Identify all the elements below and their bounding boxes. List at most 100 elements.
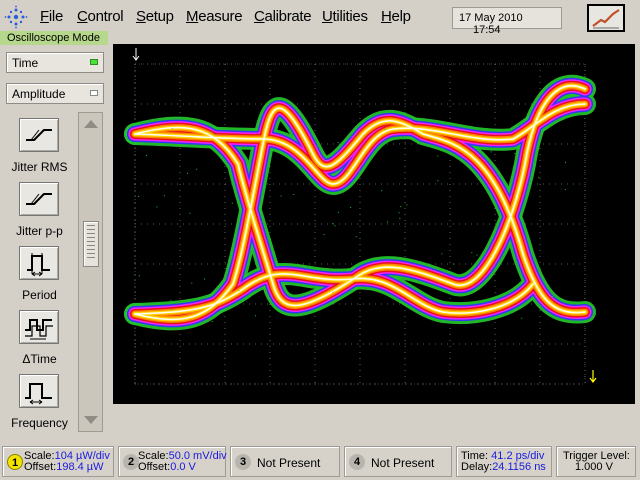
noise-dot xyxy=(293,194,295,196)
scroll-thumb[interactable] xyxy=(83,221,99,267)
measurement-label: Period xyxy=(22,288,57,302)
noise-dot xyxy=(469,150,471,152)
period-button[interactable]: Period xyxy=(6,246,73,310)
measurement-scrollbar[interactable] xyxy=(78,112,103,432)
noise-dot xyxy=(453,263,455,265)
noise-dot xyxy=(323,234,325,236)
scroll-down-arrow-icon[interactable] xyxy=(81,411,101,429)
amplitude-dropdown[interactable]: Amplitude xyxy=(6,83,104,104)
noise-dot xyxy=(175,322,177,324)
menu-control[interactable]: Control xyxy=(77,8,124,25)
noise-dot xyxy=(514,153,516,155)
noise-dot xyxy=(399,217,401,219)
noise-dot xyxy=(211,321,213,323)
menu-help[interactable]: Help xyxy=(381,8,411,25)
jitter-rms-icon xyxy=(19,118,59,152)
noise-dot xyxy=(171,128,173,130)
channel-2-offset: Offset:0.0 V xyxy=(138,461,196,473)
channel-4-badge: 4 xyxy=(349,454,365,470)
noise-dot xyxy=(186,172,188,174)
noise-dot xyxy=(471,252,473,254)
noise-dot xyxy=(334,225,336,227)
noise-dot xyxy=(256,277,258,279)
noise-dot xyxy=(163,195,165,197)
noise-dot xyxy=(437,180,439,182)
noise-dot xyxy=(350,206,352,208)
noise-dot xyxy=(538,176,540,178)
instrument-app-button[interactable] xyxy=(587,4,625,32)
menu-measure[interactable]: Measure xyxy=(186,8,243,25)
time-indicator-led xyxy=(90,59,98,65)
measurement-label: Jitter p-p xyxy=(16,224,63,238)
noise-dot xyxy=(384,128,386,130)
noise-dot xyxy=(437,155,439,157)
noise-dot xyxy=(170,309,172,311)
menu-calibrate[interactable]: Calibrate xyxy=(254,8,312,25)
channel-2-badge: 2 xyxy=(123,454,139,470)
trigger-level-marker-icon xyxy=(589,370,597,383)
noise-dot xyxy=(406,204,408,206)
noise-dot xyxy=(564,188,566,190)
trigger-level-value: 1.000 V xyxy=(575,461,613,473)
noise-dot xyxy=(332,291,334,293)
menu-bar: File Control Setup Measure Calibrate Uti… xyxy=(0,0,640,36)
date-time-display: 17 May 201017:54 xyxy=(452,7,562,36)
timebase-panel[interactable]: Time: 41.2 ps/div Delay:24.1156 ns xyxy=(456,446,552,477)
oscilloscope-display[interactable] xyxy=(113,44,635,404)
noise-dot xyxy=(189,212,191,214)
channel-4-status: Not Present xyxy=(371,456,435,470)
noise-dot xyxy=(359,171,361,173)
frequency-icon xyxy=(19,374,59,408)
status-bar: 1 Scale:104 µW/div Offset:198.4 µW 2 Sca… xyxy=(0,444,640,480)
channel-2-panel[interactable]: 2 Scale:50.0 mV/div Offset:0.0 V xyxy=(118,446,227,477)
menu-setup[interactable]: Setup xyxy=(136,8,174,25)
noise-dot xyxy=(432,297,434,299)
noise-dot xyxy=(145,154,147,156)
noise-dot xyxy=(255,315,257,317)
signal-trend-icon xyxy=(589,6,623,30)
noise-dot xyxy=(335,170,337,172)
noise-dot xyxy=(210,131,212,133)
noise-dot xyxy=(316,145,318,147)
delta-time-button[interactable]: ΔTime xyxy=(6,310,73,374)
measurement-button-list: Jitter RMS Jitter p-p Period ΔTime Frequ… xyxy=(6,113,73,433)
frequency-button[interactable]: Frequency xyxy=(6,374,73,438)
amplitude-dropdown-label: Amplitude xyxy=(12,87,66,101)
noise-dot xyxy=(231,202,233,204)
noise-dot xyxy=(357,134,359,136)
amplitude-indicator-led xyxy=(90,90,98,96)
noise-dot xyxy=(238,183,240,185)
noise-dot xyxy=(552,296,554,298)
eye-diagram-plot xyxy=(124,48,597,385)
scroll-up-arrow-icon[interactable] xyxy=(81,115,101,133)
noise-dot xyxy=(138,195,140,197)
channel-4-panel[interactable]: 4 Not Present xyxy=(344,446,452,477)
noise-dot xyxy=(400,206,402,208)
menu-file[interactable]: File xyxy=(40,8,63,25)
trigger-panel[interactable]: Trigger Level: 1.000 V xyxy=(556,446,636,477)
noise-dot xyxy=(332,223,334,225)
delta-time-icon xyxy=(19,310,59,344)
noise-dot xyxy=(138,275,140,277)
oscilloscope-mode-tab[interactable]: Oscilloscope Mode xyxy=(0,31,108,45)
channel-3-badge: 3 xyxy=(235,454,251,470)
jitter-pp-icon xyxy=(19,182,59,216)
time-dropdown[interactable]: Time xyxy=(6,52,104,73)
menu-utilities[interactable]: Utilities xyxy=(322,8,368,25)
timebase-delay: Delay:24.1156 ns xyxy=(461,461,546,473)
jitter-pp-button[interactable]: Jitter p-p xyxy=(6,182,73,246)
noise-dot xyxy=(156,206,158,208)
channel-3-panel[interactable]: 3 Not Present xyxy=(230,446,340,477)
noise-dot xyxy=(209,124,211,126)
measurement-label: Frequency xyxy=(11,416,68,430)
noise-dot xyxy=(476,254,478,256)
jitter-rms-button[interactable]: Jitter RMS xyxy=(6,118,73,182)
noise-dot xyxy=(355,236,357,238)
noise-dot xyxy=(521,317,523,319)
noise-dot xyxy=(346,171,348,173)
channel-1-panel[interactable]: 1 Scale:104 µW/div Offset:198.4 µW xyxy=(2,446,114,477)
measurement-label: ΔTime xyxy=(22,352,57,366)
noise-dot xyxy=(565,161,567,163)
noise-dot xyxy=(196,168,198,170)
noise-dot xyxy=(381,190,383,192)
